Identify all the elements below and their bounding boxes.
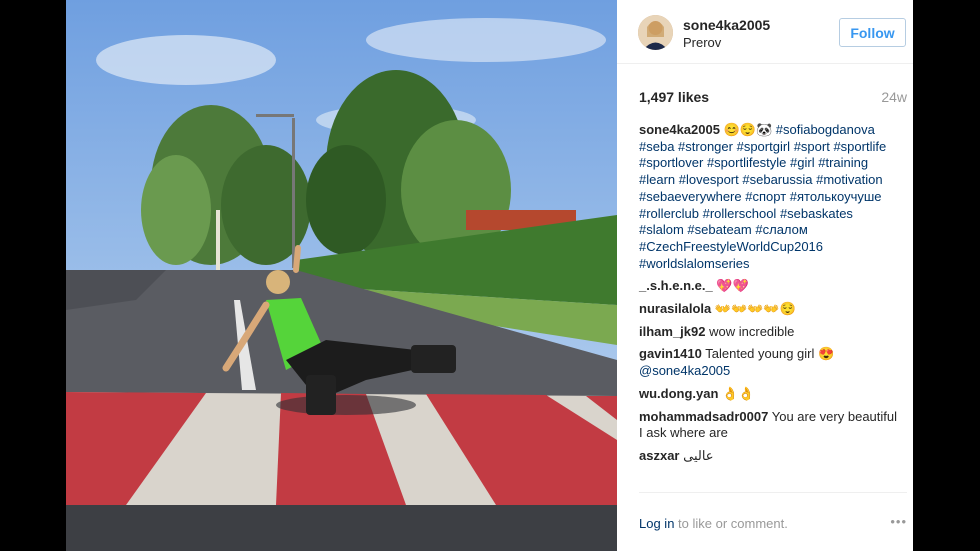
post-photo[interactable] [66, 0, 617, 551]
comment-text: 💖💖 [716, 278, 749, 294]
comment-text: 👐👐👐👐😌 [714, 301, 796, 317]
caption-emoji: 😊😌🐼 [723, 122, 773, 137]
post-age[interactable]: 24w [881, 89, 907, 105]
comment-item: mohammadsadr0007 You are very beautiful … [639, 409, 901, 442]
hashtag-link[interactable]: #CzechFreestyleWorldCup2016 [639, 239, 823, 254]
hashtag-link[interactable]: #rollerschool [703, 206, 777, 221]
hashtag-link[interactable]: #worldslalomseries [639, 256, 750, 271]
avatar-image [638, 15, 673, 50]
hashtag-link[interactable]: #sofiabogdanova [776, 122, 875, 137]
comment-item: gavin1410 Talented young girl 😍 @sone4ka… [639, 346, 901, 379]
comment-text: عالیی [683, 447, 714, 463]
hashtag-link[interactable]: #sportgirl [737, 139, 790, 154]
avatar[interactable] [638, 15, 673, 50]
comment-text: wow incredible [709, 323, 795, 339]
hashtag-link[interactable]: #sebarussia [742, 172, 812, 187]
comment-list: sone4ka2005 😊😌🐼 #sofiabogdanova #seba #s… [639, 122, 901, 471]
comment-username[interactable]: mohammadsadr0007 [639, 409, 768, 424]
hashtag-link[interactable]: #motivation [816, 172, 882, 187]
comment-text: 👌👌 [722, 385, 755, 401]
comment-item: nurasilalola 👐👐👐👐😌 [639, 301, 901, 318]
hashtag-link[interactable]: #sport [794, 139, 830, 154]
login-link[interactable]: Log in [639, 516, 674, 531]
hashtag-link[interactable]: #lovesport [679, 172, 739, 187]
hashtag-link[interactable]: #slalom [639, 222, 684, 237]
follow-button[interactable]: Follow [839, 18, 906, 47]
post-stats: 1,497 likes 24w [639, 89, 907, 105]
hashtag-link[interactable]: #girl [790, 155, 815, 170]
hashtag-link[interactable]: #слалом [755, 222, 807, 237]
comment-username[interactable]: aszxar [639, 448, 679, 463]
comment-username[interactable]: gavin1410 [639, 346, 702, 361]
comment-item: _.s.h.e.n.e._ 💖💖 [639, 278, 901, 295]
comment-text: Talented young girl 😍 [705, 346, 835, 362]
hashtag-link[interactable]: #learn [639, 172, 675, 187]
comment-item: ilham_jk92 wow incredible [639, 324, 901, 341]
hashtag-link[interactable]: #спорт [745, 189, 786, 204]
post-location[interactable]: Prerov [683, 35, 721, 50]
hashtag-link[interactable]: #sebaskates [780, 206, 853, 221]
hashtag-link[interactable]: #training [818, 155, 868, 170]
hashtag-link[interactable]: #sportlover [639, 155, 703, 170]
hashtag-link[interactable]: #sebateam [687, 222, 751, 237]
comment-username[interactable]: ilham_jk92 [639, 324, 706, 339]
post-username[interactable]: sone4ka2005 [683, 17, 770, 33]
caption-hashtags: #sofiabogdanova #seba #stronger #sportgi… [639, 122, 886, 271]
hashtag-link[interactable]: #seba [639, 139, 674, 154]
divider [639, 492, 907, 493]
likes-count[interactable]: 1,497 likes [639, 89, 709, 105]
post-side-panel: sone4ka2005 Prerov Follow 1,497 likes 24… [617, 0, 913, 551]
hashtag-link[interactable]: #sportlife [833, 139, 886, 154]
hashtag-link[interactable]: #rollerclub [639, 206, 699, 221]
hashtag-link[interactable]: #sebaeverywhere [639, 189, 742, 204]
comment-item: aszxar عالیی [639, 448, 901, 465]
instagram-post-modal: sone4ka2005 Prerov Follow 1,497 likes 24… [0, 0, 980, 551]
comment-username[interactable]: _.s.h.e.n.e._ [639, 278, 713, 293]
comment-username[interactable]: sone4ka2005 [639, 122, 720, 137]
hashtag-link[interactable]: #sportlifestyle [707, 155, 786, 170]
comment-item: wu.dong.yan 👌👌 [639, 386, 901, 403]
caption: sone4ka2005 😊😌🐼 #sofiabogdanova #seba #s… [639, 122, 901, 272]
photo-scene [66, 0, 617, 551]
login-prompt: to like or comment. [674, 516, 788, 531]
hashtag-link[interactable]: #stronger [678, 139, 733, 154]
comment-username[interactable]: wu.dong.yan [639, 386, 718, 401]
comment-mention[interactable]: @sone4ka2005 [639, 363, 730, 378]
post-header: sone4ka2005 Prerov Follow [617, 0, 913, 64]
more-options-icon[interactable]: ••• [890, 514, 907, 529]
comment-username[interactable]: nurasilalola [639, 301, 711, 316]
hashtag-link[interactable]: #ятолькоучуше [790, 189, 882, 204]
post-footer: Log in to like or comment. ••• [639, 514, 907, 531]
